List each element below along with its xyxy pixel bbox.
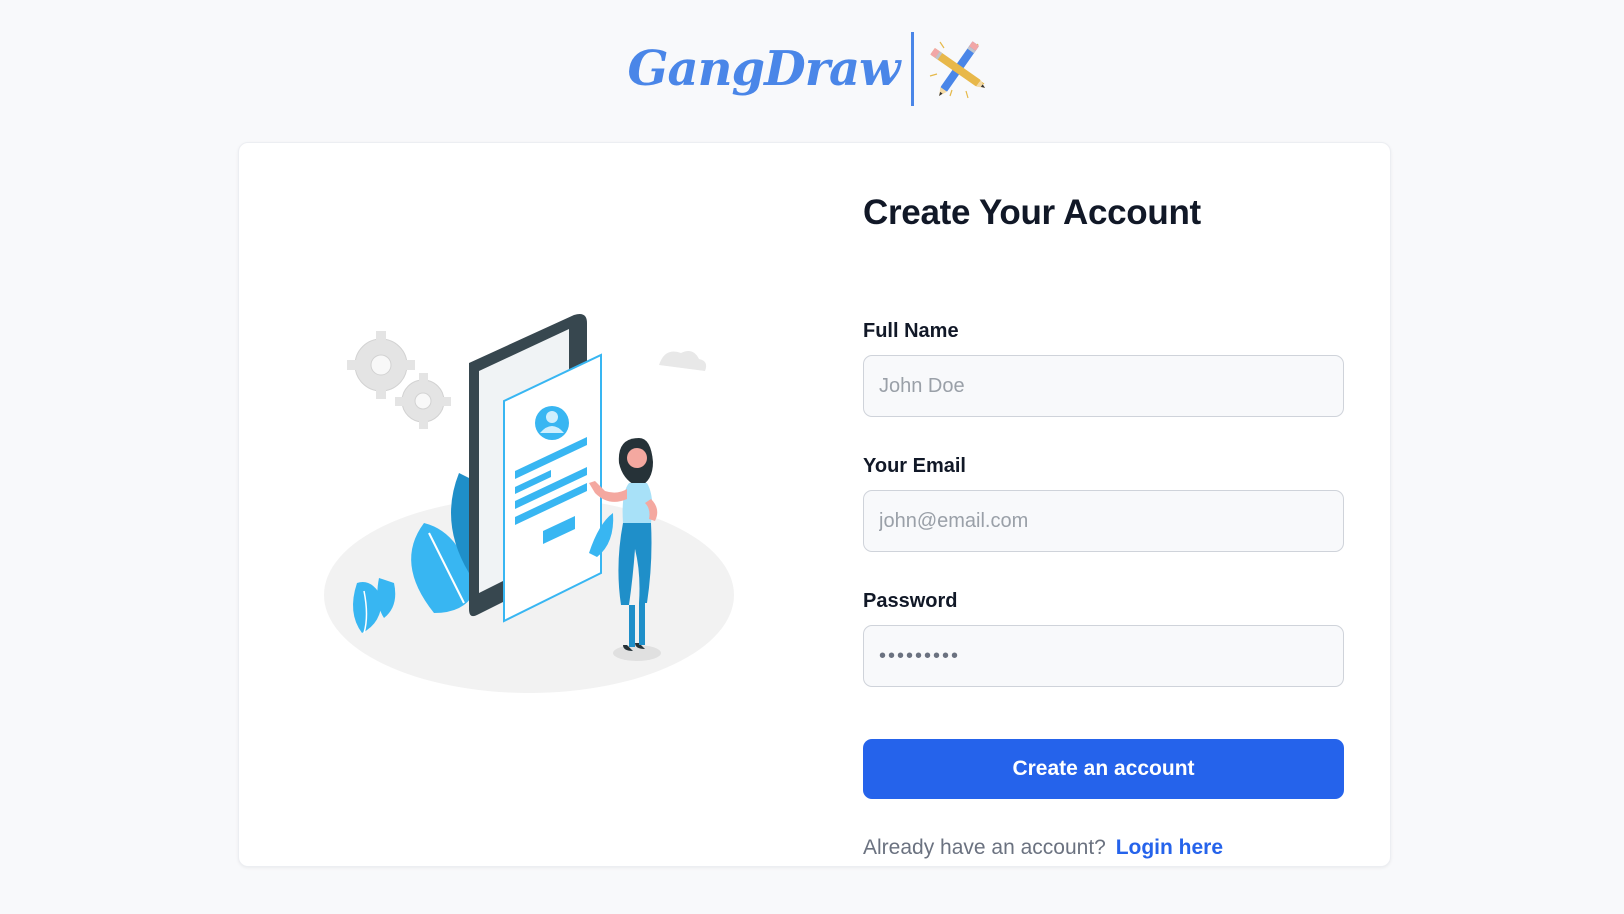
password-input[interactable]	[863, 625, 1344, 687]
crossed-pencils-icon	[930, 41, 986, 99]
signup-illustration	[324, 314, 734, 693]
full-name-label: Full Name	[863, 320, 959, 342]
signup-card: Create Your Account Full Name Your Email…	[238, 142, 1391, 867]
brand-name: GangDraw	[627, 41, 901, 97]
email-input[interactable]	[863, 490, 1344, 552]
email-label: Your Email	[863, 455, 966, 477]
brand-divider	[911, 32, 915, 106]
password-label: Password	[863, 590, 958, 612]
login-prompt-row: Already have an account? Login here	[863, 836, 1223, 860]
login-link[interactable]: Login here	[1116, 836, 1223, 859]
brand-logo: GangDraw	[0, 32, 1624, 106]
page-title: Create Your Account	[863, 193, 1201, 232]
create-account-button[interactable]: Create an account	[863, 739, 1344, 799]
signup-form: Create Your Account Full Name Your Email…	[863, 188, 1344, 859]
login-prompt-text: Already have an account?	[863, 836, 1106, 859]
full-name-input[interactable]	[863, 355, 1344, 417]
